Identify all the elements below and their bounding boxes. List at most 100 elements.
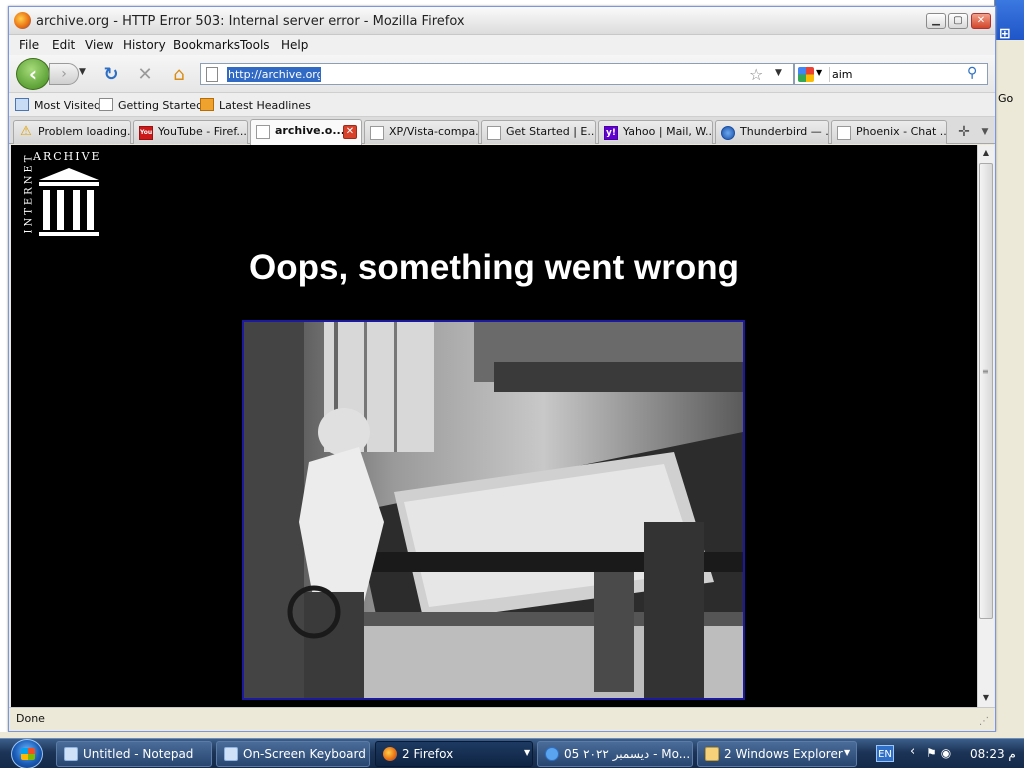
menu-bar: File Edit View History Bookmarks Tools H… (9, 35, 995, 55)
tab-archive[interactable]: archive.o... ✕ (250, 119, 362, 145)
tab-label: Problem loading... (38, 125, 131, 138)
background-go-button[interactable]: Go (998, 92, 1013, 105)
google-icon[interactable] (798, 67, 814, 82)
group-dropdown-icon[interactable]: ▼ (524, 748, 530, 757)
tab-label: Phoenix - Chat ... (856, 125, 947, 138)
most-visited-icon (15, 98, 29, 111)
page-icon (206, 67, 218, 82)
new-tab-icon[interactable]: ✛ (953, 121, 975, 143)
scroll-down-arrow-icon[interactable]: ▼ (978, 690, 994, 706)
bookmark-most-visited[interactable]: Most Visited (15, 98, 101, 112)
stop-button[interactable]: ✕ (134, 64, 156, 86)
taskbar-label: 2 Firefox (402, 747, 454, 761)
thunderbird-icon (721, 126, 735, 140)
logo-archive-text: ARCHIVE (33, 150, 102, 163)
firefox-icon (14, 12, 31, 29)
tab-strip: ⚠ Problem loading... You YouTube - Firef… (9, 117, 995, 145)
resize-grip-icon[interactable]: ⋰ (979, 716, 989, 727)
show-hidden-icons-icon[interactable]: ‹ (910, 744, 915, 759)
error-heading: Oops, something went wrong (249, 248, 739, 287)
tab-yahoo[interactable]: y! Yahoo | Mail, W... (598, 120, 713, 144)
taskbar-firefox[interactable]: 2 Firefox ▼ (375, 741, 533, 767)
scrollbar-thumb[interactable] (979, 163, 993, 619)
back-button[interactable]: ‹ (16, 58, 50, 90)
language-indicator[interactable]: EN (876, 745, 894, 762)
tab-label: archive.o... (275, 124, 345, 137)
page-icon (256, 125, 270, 139)
page-icon (487, 126, 501, 140)
clock[interactable]: 08:23 م (970, 747, 1016, 761)
tab-close-button[interactable]: ✕ (343, 125, 357, 139)
url-bar[interactable]: ☆ ▼ (200, 63, 794, 85)
taskbar-label: 05 ديسمبر ٢٠٢٢ - Mo... (564, 747, 691, 761)
tab-problem-loading[interactable]: ⚠ Problem loading... (13, 120, 131, 144)
tab-list-dropdown-icon[interactable]: ▼ (977, 121, 993, 143)
tab-phoenix[interactable]: Phoenix - Chat ... (831, 120, 947, 144)
page-icon (370, 126, 384, 140)
forward-button[interactable]: › (49, 63, 79, 85)
search-input[interactable] (829, 67, 959, 82)
minimize-button[interactable]: ▁ (926, 13, 946, 29)
menu-tools[interactable]: Tools (240, 38, 270, 52)
taskbar-on-screen-keyboard[interactable]: On-Screen Keyboard (216, 741, 370, 767)
home-button[interactable]: ⌂ (168, 64, 190, 86)
search-engine-dropdown-icon[interactable]: ▼ (816, 68, 822, 77)
url-dropdown-icon[interactable]: ▼ (775, 68, 782, 78)
tab-xp-vista[interactable]: XP/Vista-compa... (364, 120, 479, 144)
taskbar-label: On-Screen Keyboard (243, 747, 366, 761)
system-tray: EN ‹ ⚑◉ 08:23 م (866, 741, 1024, 767)
window-title: archive.org - HTTP Error 503: Internal s… (36, 14, 465, 29)
bookmark-latest-headlines[interactable]: Latest Headlines (200, 98, 311, 112)
close-button[interactable]: ✕ (971, 13, 991, 29)
folder-icon (705, 747, 719, 761)
tab-label: Yahoo | Mail, W... (623, 125, 713, 138)
menu-file[interactable]: File (19, 38, 39, 52)
tab-label: YouTube - Firef... (158, 125, 247, 138)
background-window[interactable]: ⊞ Go (994, 0, 1024, 738)
title-bar[interactable]: archive.org - HTTP Error 503: Internal s… (9, 7, 995, 35)
bookmark-star-icon[interactable]: ☆ (749, 65, 763, 84)
search-icon[interactable]: ⚲ (967, 65, 977, 81)
tab-youtube[interactable]: You YouTube - Firef... (133, 120, 248, 144)
group-dropdown-icon[interactable]: ▼ (844, 748, 850, 757)
error-photo (242, 320, 745, 700)
vertical-scrollbar[interactable]: ▲ ≡ ▼ (977, 145, 994, 707)
windows-flag-icon: ⊞ (999, 26, 1011, 42)
tab-get-started[interactable]: Get Started | E... (481, 120, 596, 144)
bookmark-getting-started[interactable]: Getting Started (99, 98, 203, 112)
menu-history[interactable]: History (123, 38, 166, 52)
history-dropdown-icon[interactable]: ▼ (79, 67, 86, 77)
reload-button[interactable]: ↻ (100, 64, 122, 86)
tab-thunderbird[interactable]: Thunderbird — ... (715, 120, 829, 144)
page-content: ARCHIVE INTERNET Oops, something went wr… (11, 145, 977, 707)
menu-view[interactable]: View (85, 38, 113, 52)
taskbar-label: Untitled - Notepad (83, 747, 194, 761)
scrollbar-grip-icon: ≡ (982, 367, 989, 376)
bookmark-label: Getting Started (118, 99, 204, 112)
tab-label: Thunderbird — ... (740, 125, 829, 138)
maximize-button[interactable]: ▢ (948, 13, 968, 29)
tray-status-icons[interactable]: ⚑◉ (926, 746, 955, 760)
ie-icon (545, 747, 559, 761)
taskbar-internet-explorer[interactable]: 05 ديسمبر ٢٠٢٢ - Mo... (537, 741, 693, 767)
taskbar: Untitled - Notepad On-Screen Keyboard 2 … (0, 738, 1024, 768)
menu-bookmarks[interactable]: Bookmarks (173, 38, 240, 52)
youtube-icon: You (139, 126, 153, 140)
yahoo-icon: y! (604, 126, 618, 140)
printing-press-image (244, 322, 743, 698)
tab-label: XP/Vista-compa... (389, 125, 479, 138)
menu-edit[interactable]: Edit (52, 38, 75, 52)
internet-archive-logo[interactable]: ARCHIVE INTERNET (13, 148, 113, 243)
start-button[interactable] (11, 739, 43, 768)
keyboard-icon (224, 747, 238, 761)
scroll-up-arrow-icon[interactable]: ▲ (978, 145, 994, 161)
menu-help[interactable]: Help (281, 38, 308, 52)
taskbar-notepad[interactable]: Untitled - Notepad (56, 741, 212, 767)
taskbar-windows-explorer[interactable]: 2 Windows Explorer ▼ (697, 741, 857, 767)
archive-building-icon (39, 168, 99, 236)
search-box[interactable]: ▼ ⚲ (794, 63, 988, 85)
url-input[interactable] (227, 67, 321, 82)
taskbar-label: 2 Windows Explorer (724, 747, 843, 761)
page-icon (99, 98, 113, 111)
logo-internet-text: INTERNET (23, 152, 35, 234)
